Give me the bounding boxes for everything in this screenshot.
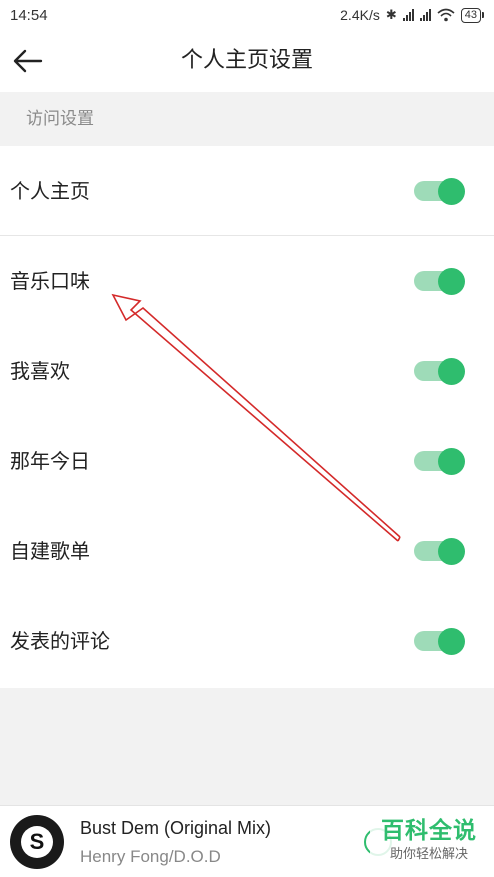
page-title: 个人主页设置 xyxy=(180,48,313,73)
album-art[interactable]: S xyxy=(10,815,64,869)
battery-level: 43 xyxy=(460,7,481,23)
network-speed: 2.4K/s xyxy=(340,7,380,23)
watermark: 百科全说 助你轻松解决 xyxy=(370,816,488,864)
setting-label: 发表的评论 xyxy=(10,629,110,653)
comments-toggle[interactable] xyxy=(414,628,466,655)
battery-icon: 43 xyxy=(460,7,484,23)
setting-row-created-playlists: 自建歌单 xyxy=(0,506,494,596)
album-logo: S xyxy=(21,826,53,858)
setting-label: 我喜欢 xyxy=(10,359,70,383)
back-button[interactable] xyxy=(10,44,46,78)
wifi-icon xyxy=(437,8,455,22)
settings-list: 个人主页 音乐口味 我喜欢 那年今日 自建歌单 发表的评论 xyxy=(0,146,494,688)
song-title: Bust Dem (Original Mix) xyxy=(80,818,272,838)
watermark-sub: 助你轻松解决 xyxy=(389,847,468,862)
signal-icon xyxy=(402,9,414,21)
nav-bar: 个人主页设置 xyxy=(0,30,494,92)
status-bar: 14:54 2.4K/s ✱ 43 xyxy=(0,0,494,30)
back-arrow-icon xyxy=(13,49,43,73)
setting-label: 那年今日 xyxy=(10,449,90,473)
setting-label: 个人主页 xyxy=(10,179,90,203)
setting-label: 自建歌单 xyxy=(10,539,90,563)
song-artist: Henry Fong/D.O.D xyxy=(80,847,221,866)
mini-player[interactable]: S Bust Dem (Original Mix) Henry Fong/D.O… xyxy=(0,805,494,877)
status-icons: 2.4K/s ✱ 43 xyxy=(340,7,484,23)
bluetooth-icon: ✱ xyxy=(385,7,397,22)
setting-row-homepage: 个人主页 xyxy=(0,146,494,236)
created-playlists-toggle[interactable] xyxy=(414,538,466,565)
likes-toggle[interactable] xyxy=(414,358,466,385)
setting-label: 音乐口味 xyxy=(10,269,90,293)
status-time: 14:54 xyxy=(10,6,48,24)
setting-row-music-taste: 音乐口味 xyxy=(0,236,494,326)
section-header: 访问设置 xyxy=(0,92,494,146)
screen: 14:54 2.4K/s ✱ 43 个人主页设置 访问设置 个人主页 音乐口味 … xyxy=(0,0,494,877)
on-this-day-toggle[interactable] xyxy=(414,448,466,475)
setting-row-on-this-day: 那年今日 xyxy=(0,416,494,506)
watermark-main: 百科全说 xyxy=(381,818,477,844)
signal-icon-secondary xyxy=(419,9,431,21)
setting-row-likes: 我喜欢 xyxy=(0,326,494,416)
homepage-toggle[interactable] xyxy=(414,178,466,205)
music-taste-toggle[interactable] xyxy=(414,268,466,295)
setting-row-comments: 发表的评论 xyxy=(0,596,494,686)
